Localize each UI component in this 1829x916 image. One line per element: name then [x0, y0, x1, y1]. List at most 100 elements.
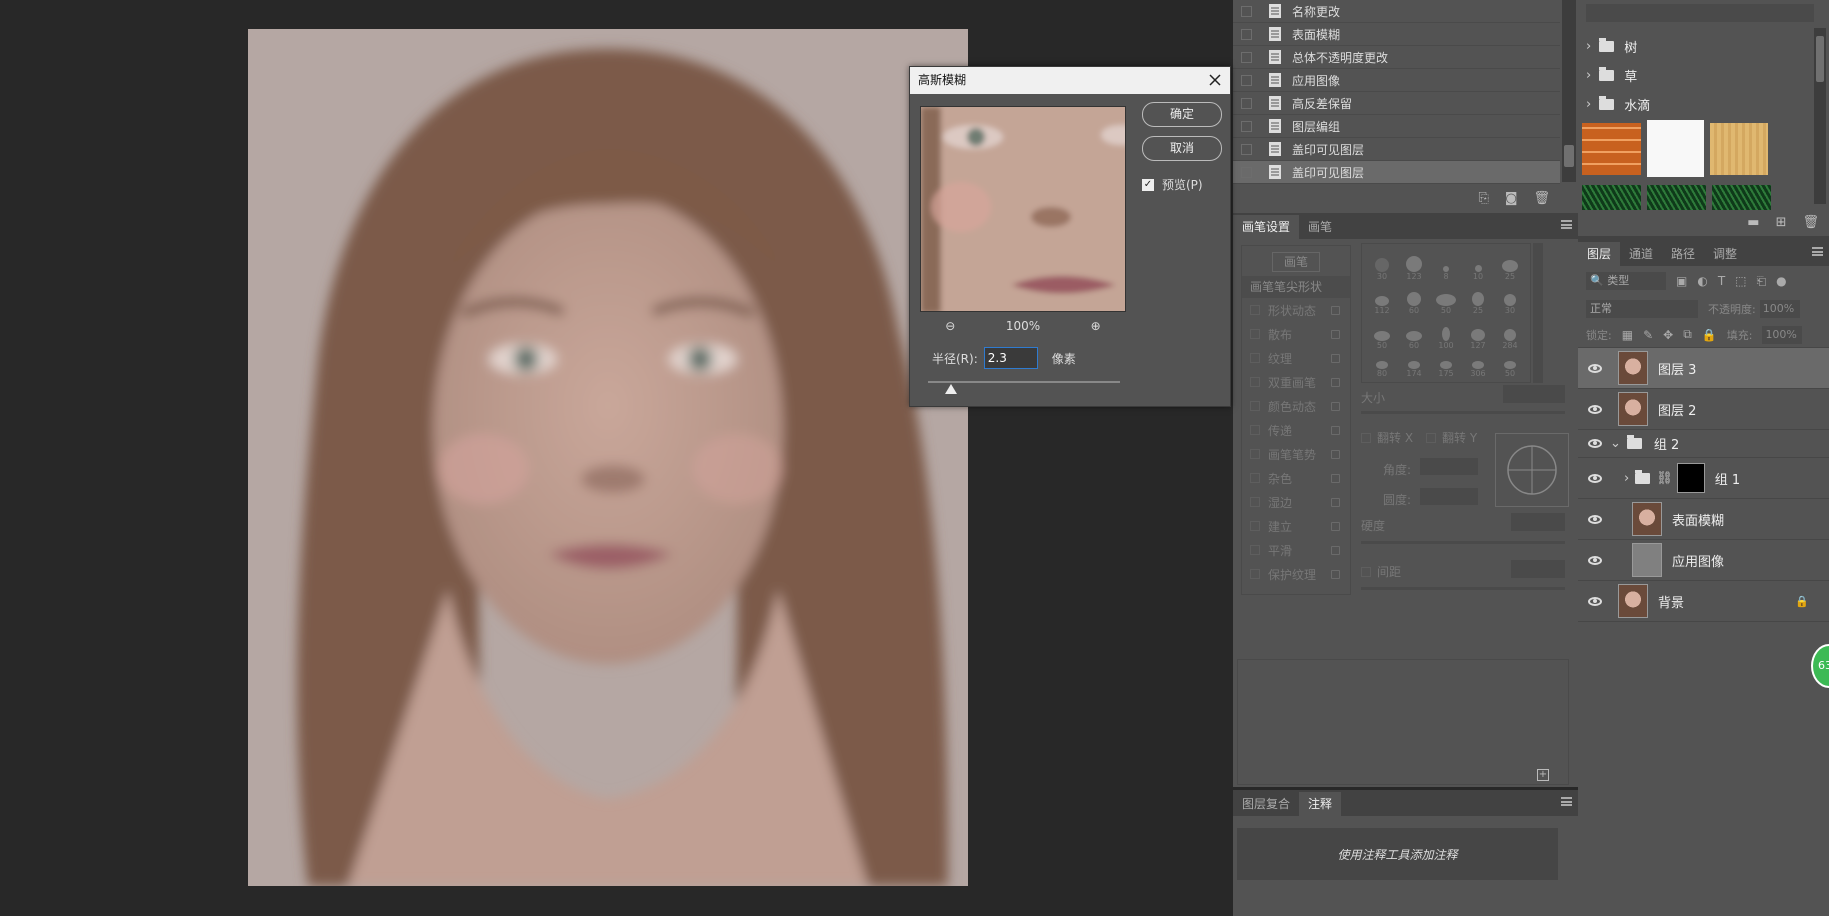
white-texture-swatch[interactable] [1647, 120, 1704, 177]
tab-brushes[interactable]: 画笔 [1299, 215, 1341, 239]
layer-name[interactable]: 图层 3 [1658, 359, 1696, 378]
history-item-selected[interactable]: 盖印可见图层 [1233, 161, 1560, 184]
snapshot-checkbox[interactable] [1241, 28, 1252, 40]
layer-group-row[interactable]: ⌄ 组 2 [1578, 430, 1829, 458]
link-icon[interactable]: ⛓ [1656, 471, 1673, 486]
snapshot-checkbox[interactable] [1241, 166, 1252, 178]
snapshot-checkbox[interactable] [1241, 74, 1252, 86]
grass-texture-swatch[interactable] [1712, 185, 1771, 210]
preview-toggle[interactable]: ✓ 预览(P) [1142, 176, 1203, 193]
history-item[interactable]: 表面模糊 [1233, 23, 1560, 46]
layer-name[interactable]: 组 1 [1715, 469, 1740, 488]
create-brush-icon[interactable]: + [1537, 769, 1549, 781]
history-scrollbar[interactable] [1562, 0, 1576, 182]
filter-kind-select[interactable]: 🔍 类型 [1586, 272, 1666, 290]
close-icon[interactable] [1206, 71, 1224, 89]
snapshot-checkbox[interactable] [1241, 5, 1252, 17]
layer-group-row[interactable]: › ⛓ 组 1 [1578, 458, 1829, 499]
libraries-scrollbar[interactable] [1814, 28, 1826, 204]
notification-badge[interactable]: 63 [1811, 644, 1829, 688]
layer-row[interactable]: 应用图像 [1578, 540, 1829, 581]
trash-icon[interactable]: 🗑 [1802, 215, 1819, 230]
zoom-out-icon[interactable]: ⊖ [945, 319, 955, 333]
new-document-from-state-icon[interactable]: ⎘ [1478, 191, 1488, 206]
visibility-eye-icon[interactable] [1588, 555, 1602, 565]
layer-row[interactable]: 图层 3 [1578, 348, 1829, 389]
radius-slider-thumb[interactable] [945, 384, 958, 394]
layer-row[interactable]: 表面模糊 [1578, 499, 1829, 540]
visibility-eye-icon[interactable] [1588, 514, 1602, 524]
snapshot-checkbox[interactable] [1241, 143, 1252, 155]
visibility-eye-icon[interactable] [1588, 473, 1602, 483]
lock-transparent-icon[interactable]: ▦ [1622, 328, 1633, 342]
radius-input[interactable] [983, 347, 1038, 369]
tab-layer-comps[interactable]: 图层复合 [1233, 792, 1299, 816]
library-folder[interactable]: › 水滴 [1578, 90, 1829, 119]
filter-adjustment-icon[interactable]: ◐ [1697, 274, 1707, 288]
preview-checkbox[interactable]: ✓ [1142, 178, 1154, 191]
chevron-right-icon[interactable]: › [1624, 471, 1629, 486]
filter-type-icon[interactable]: T [1718, 274, 1725, 288]
history-item[interactable]: 总体不透明度更改 [1233, 46, 1560, 69]
camera-icon[interactable]: ◙ [1505, 191, 1518, 206]
panel-menu-icon[interactable] [1561, 220, 1572, 229]
tab-notes[interactable]: 注释 [1299, 792, 1342, 816]
opacity-field[interactable]: 100% [1759, 300, 1800, 318]
tab-paths[interactable]: 路径 [1662, 242, 1704, 266]
history-item[interactable]: 高反差保留 [1233, 92, 1560, 115]
tab-adjustments[interactable]: 调整 [1704, 242, 1746, 266]
wood-texture-swatch[interactable] [1710, 123, 1768, 175]
visibility-eye-icon[interactable] [1588, 439, 1602, 448]
panel-menu-icon[interactable] [1561, 797, 1572, 806]
document-photo[interactable] [248, 29, 968, 886]
brick-texture-swatch[interactable] [1582, 123, 1641, 175]
dialog-titlebar[interactable]: 高斯模糊 [910, 67, 1230, 94]
visibility-eye-icon[interactable] [1588, 404, 1602, 414]
tab-layers[interactable]: 图层 [1578, 242, 1621, 266]
snapshot-checkbox[interactable] [1241, 51, 1252, 63]
grass-texture-swatch[interactable] [1647, 185, 1706, 210]
snapshot-checkbox[interactable] [1241, 120, 1252, 132]
filter-shape-icon[interactable]: ⬚ [1735, 274, 1746, 288]
zoom-in-icon[interactable]: ⊕ [1091, 319, 1101, 333]
filter-preview[interactable] [920, 106, 1126, 312]
lock-all-icon[interactable]: 🔒 [1702, 328, 1717, 342]
snapshot-checkbox[interactable] [1241, 97, 1252, 109]
libraries-search[interactable] [1586, 4, 1814, 22]
ok-button[interactable]: 确定 [1142, 102, 1222, 127]
history-item[interactable]: 图层编组 [1233, 115, 1560, 138]
cancel-button[interactable]: 取消 [1142, 136, 1222, 161]
panel-menu-icon[interactable] [1812, 247, 1823, 256]
tab-channels[interactable]: 通道 [1620, 242, 1662, 266]
lock-paint-icon[interactable]: ✎ [1643, 328, 1653, 342]
lock-position-icon[interactable]: ✥ [1663, 328, 1673, 342]
lock-artboard-icon[interactable]: ⧉ [1683, 327, 1692, 342]
layer-name[interactable]: 表面模糊 [1672, 510, 1724, 529]
blend-mode-select[interactable]: 正常 [1586, 300, 1698, 318]
tab-brush-settings[interactable]: 画笔设置 [1233, 215, 1300, 239]
layer-name[interactable]: 背景 [1658, 592, 1684, 611]
scroll-thumb[interactable] [1564, 145, 1574, 167]
radius-slider-track[interactable] [928, 381, 1120, 383]
layer-name[interactable]: 应用图像 [1672, 551, 1724, 570]
library-folder[interactable]: › 草 [1578, 61, 1829, 90]
trash-icon[interactable]: 🗑 [1533, 191, 1550, 206]
chevron-down-icon[interactable]: ⌄ [1610, 436, 1621, 451]
new-group-folder-icon[interactable]: ▬ [1747, 215, 1759, 230]
visibility-eye-icon[interactable] [1588, 363, 1602, 373]
history-item[interactable]: 名称更改 [1233, 0, 1560, 23]
grass-texture-swatch[interactable] [1582, 185, 1641, 210]
history-item[interactable]: 应用图像 [1233, 69, 1560, 92]
add-element-icon[interactable]: ⊞ [1776, 215, 1787, 230]
history-item[interactable]: 盖印可见图层 [1233, 138, 1560, 161]
layer-name[interactable]: 组 2 [1654, 434, 1679, 453]
filter-toggle-icon[interactable]: ● [1776, 274, 1786, 288]
visibility-eye-icon[interactable] [1588, 596, 1602, 606]
layer-row[interactable]: 图层 2 [1578, 389, 1829, 430]
layer-name[interactable]: 图层 2 [1658, 400, 1696, 419]
layer-row-background[interactable]: 背景 🔒 [1578, 581, 1829, 622]
filter-image-icon[interactable]: ▣ [1676, 274, 1687, 288]
fill-field[interactable]: 100% [1762, 325, 1803, 344]
library-folder[interactable]: › 树 [1578, 32, 1829, 61]
filter-smartobject-icon[interactable]: ⎗ [1757, 274, 1767, 289]
